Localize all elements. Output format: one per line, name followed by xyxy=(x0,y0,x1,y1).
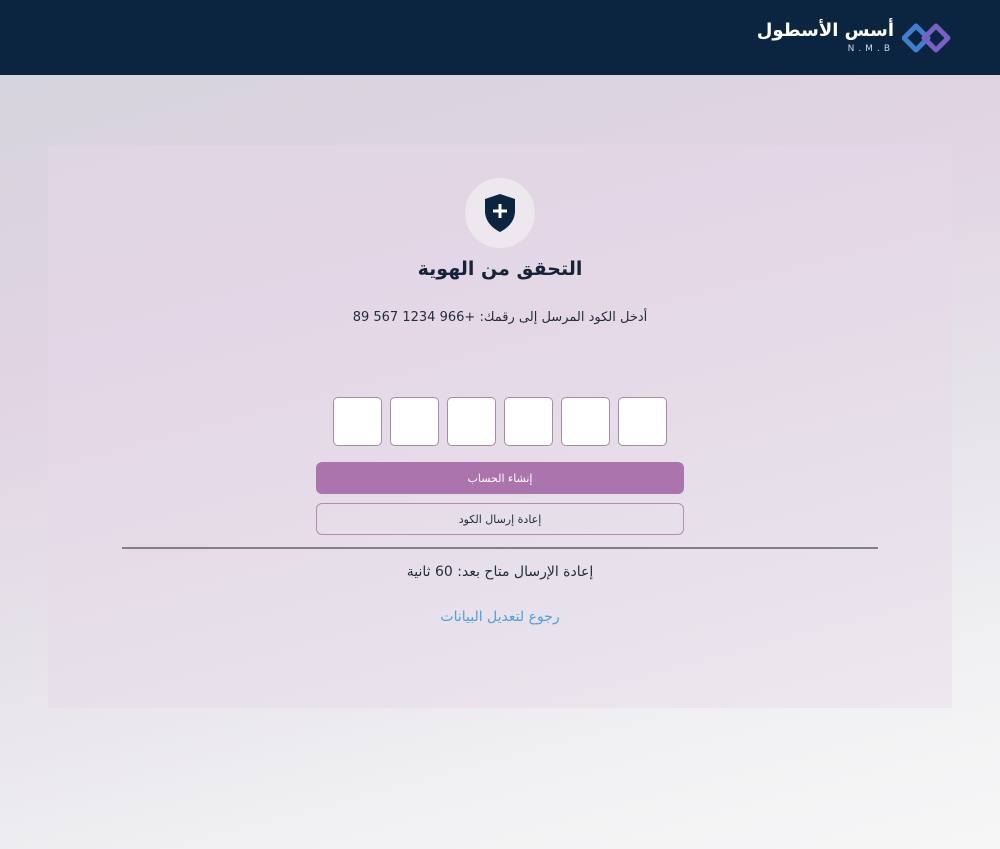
brand[interactable]: أسس الأسطول N.M.B xyxy=(757,18,952,58)
page-title: التحقق من الهوية xyxy=(417,258,583,280)
divider xyxy=(122,547,878,549)
shield-badge xyxy=(465,178,535,248)
otp-digit-1[interactable] xyxy=(333,397,382,446)
resend-code-button[interactable]: إعادة إرسال الكود xyxy=(316,503,684,535)
top-header: أسس الأسطول N.M.B xyxy=(0,0,1000,75)
back-to-edit-link[interactable]: رجوع لتعديل البيانات xyxy=(0,609,1000,625)
create-account-button[interactable]: إنشاء الحساب xyxy=(316,462,684,494)
instructions-text: أدخل الكود المرسل إلى رقمك: +966 1234 56… xyxy=(352,310,648,325)
otp-digit-3[interactable] xyxy=(447,397,496,446)
brand-subtitle: N.M.B xyxy=(847,44,894,54)
otp-digit-5[interactable] xyxy=(561,397,610,446)
otp-input-group xyxy=(333,397,667,446)
resend-timer-text: إعادة الإرسال متاح بعد: 60 ثانية xyxy=(406,564,594,580)
otp-digit-6[interactable] xyxy=(618,397,667,446)
otp-digit-4[interactable] xyxy=(504,397,553,446)
brand-name: أسس الأسطول xyxy=(756,20,894,41)
shield-plus-icon xyxy=(485,194,515,232)
brand-logo-icon xyxy=(902,23,951,53)
brand-text: أسس الأسطول N.M.B xyxy=(757,21,894,55)
otp-digit-2[interactable] xyxy=(390,397,439,446)
